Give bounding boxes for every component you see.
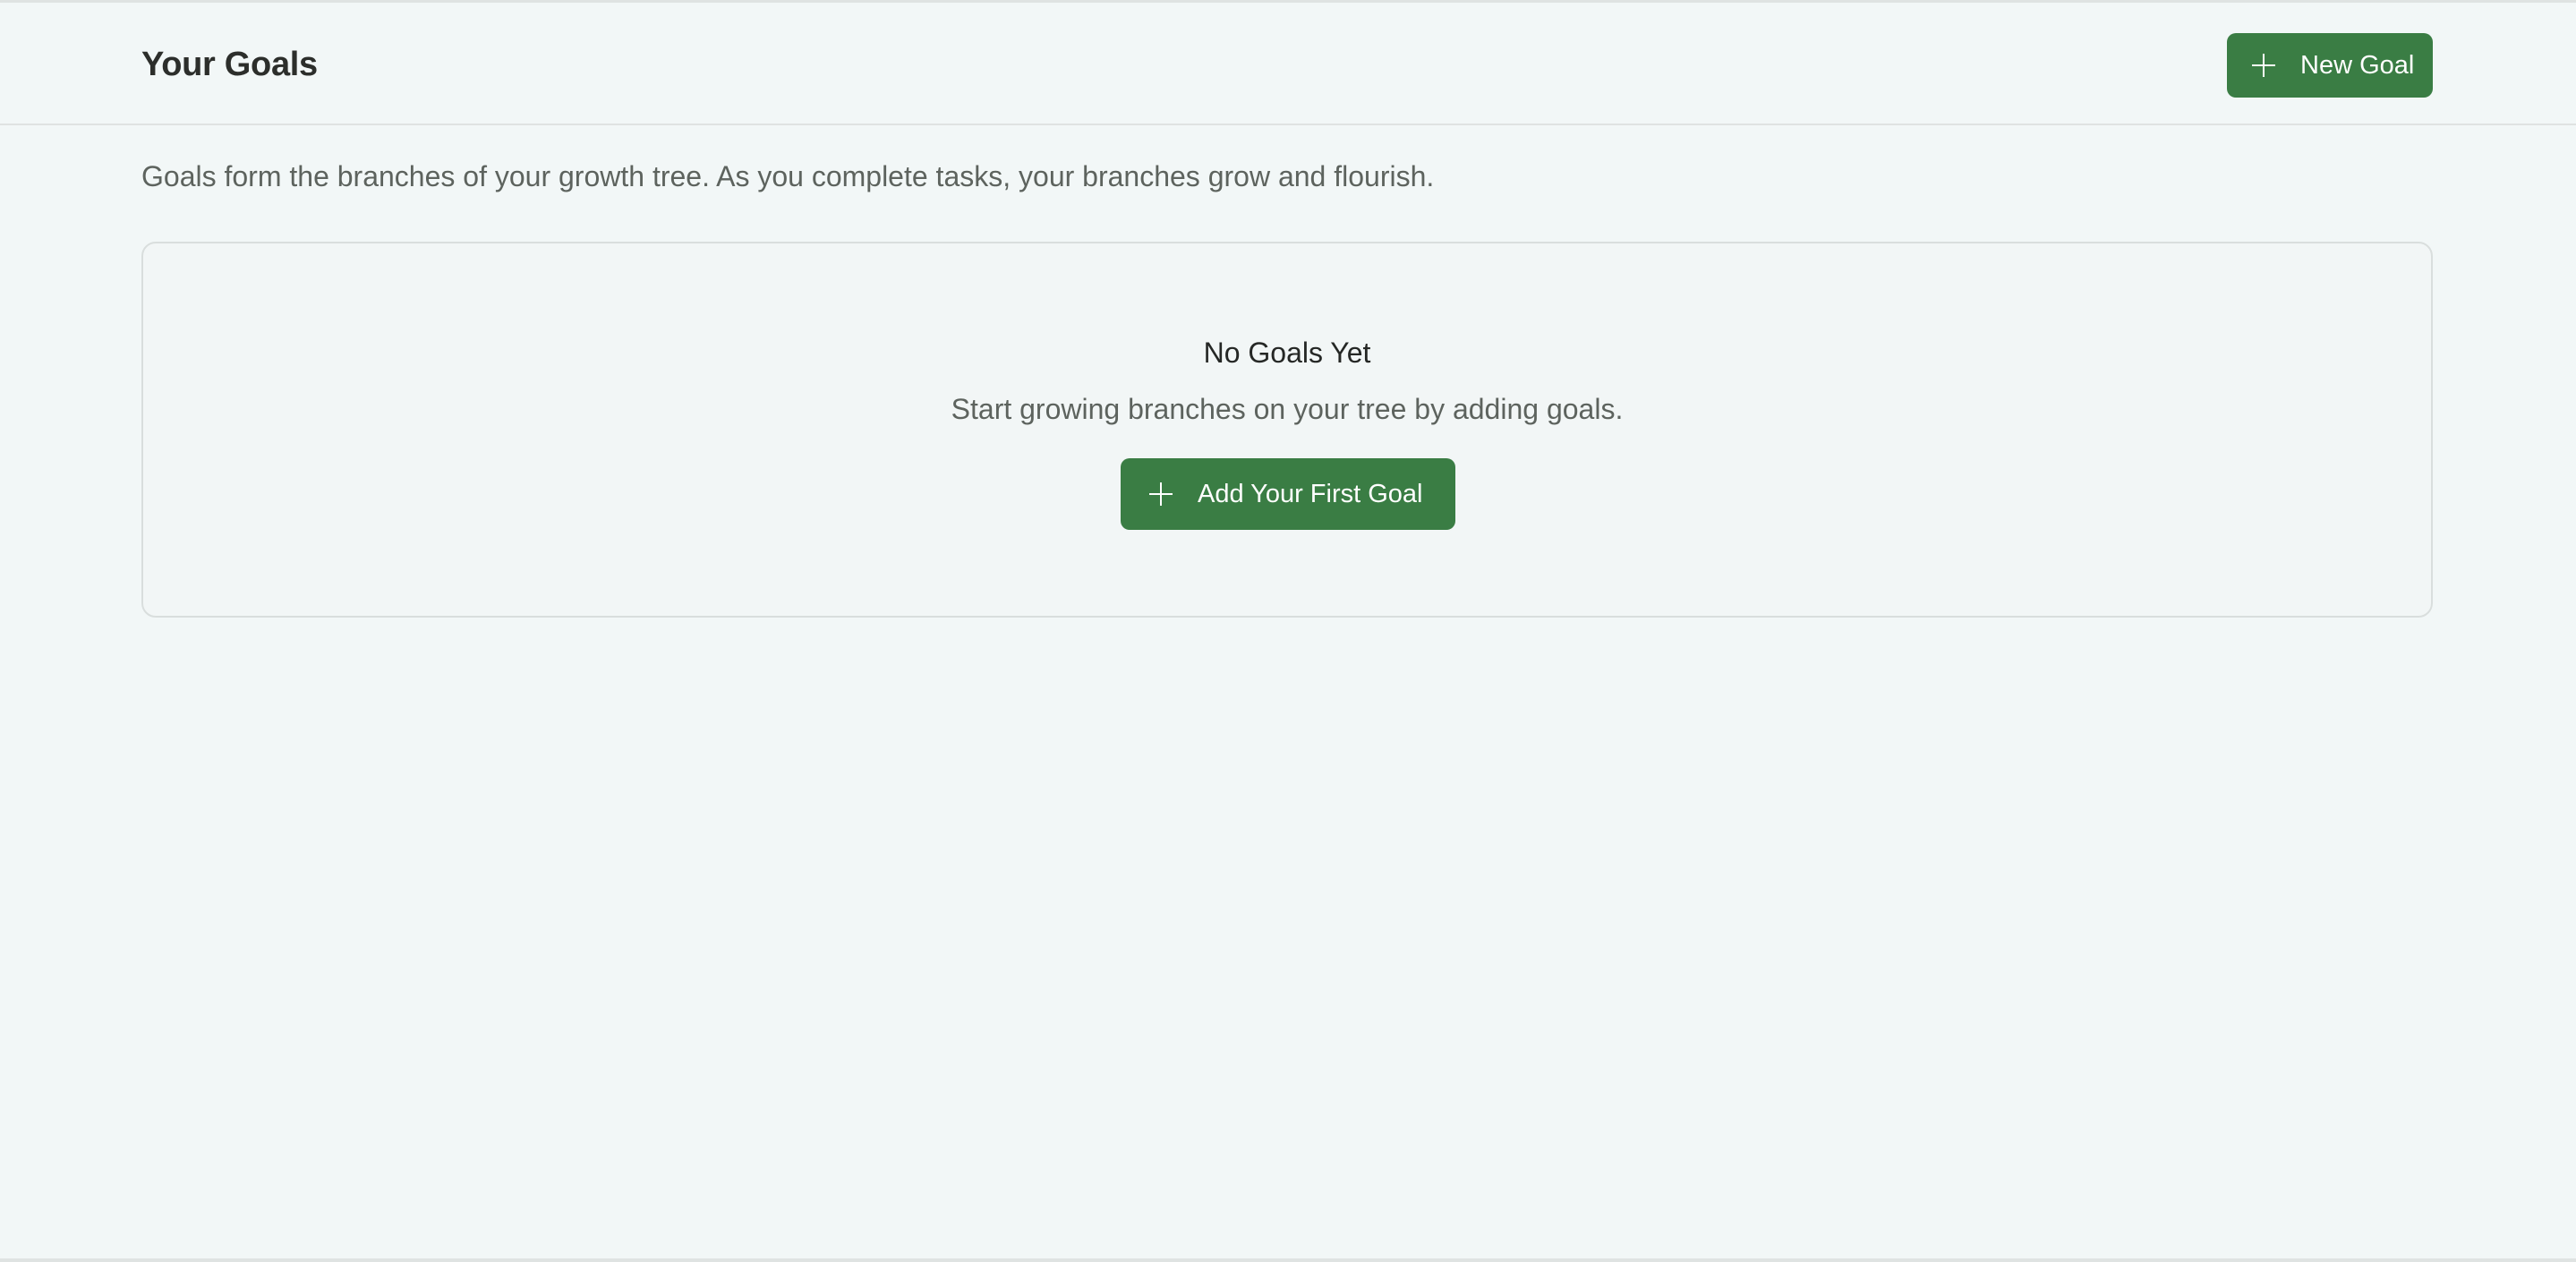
empty-state-message: Start growing branches on your tree by a…: [951, 393, 1624, 425]
add-first-goal-button-label: Add Your First Goal: [1198, 479, 1423, 508]
bottom-divider: [0, 1258, 2576, 1262]
empty-state-card: No Goals Yet Start growing branches on y…: [141, 242, 2433, 618]
plus-icon: [1149, 482, 1173, 506]
new-goal-button-label: New Goal: [2300, 50, 2415, 80]
page-header: Your Goals New Goal: [0, 3, 2576, 125]
empty-state-title: No Goals Yet: [1203, 337, 1371, 369]
add-first-goal-button[interactable]: Add Your First Goal: [1121, 458, 1455, 530]
page-title: Your Goals: [141, 46, 318, 83]
goals-description: Goals form the branches of your growth t…: [141, 160, 1435, 192]
new-goal-button[interactable]: New Goal: [2227, 33, 2433, 98]
plus-icon: [2252, 54, 2275, 77]
